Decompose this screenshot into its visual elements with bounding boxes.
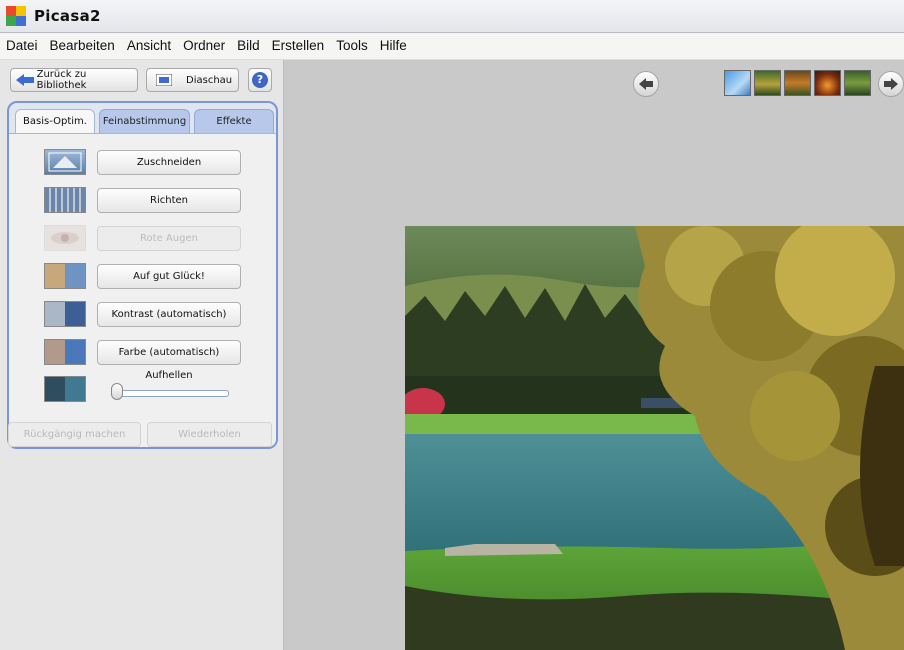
menu-bearbeiten[interactable]: Bearbeiten xyxy=(44,35,121,57)
menu-bar: Datei Bearbeiten Ansicht Ordner Bild Ers… xyxy=(0,33,904,60)
tool-row-fill-light: Aufhellen xyxy=(9,370,276,410)
straighten-button[interactable]: Richten xyxy=(97,188,241,213)
tool-row-redeye: Rote Augen xyxy=(9,224,276,254)
undo-button[interactable]: Rückgängig machen xyxy=(8,422,141,447)
tab-feinabstimmung[interactable]: Feinabstimmung xyxy=(99,109,190,133)
redo-button[interactable]: Wiederholen xyxy=(147,422,272,447)
filmstrip-thumb[interactable] xyxy=(844,70,871,96)
window-title: Picasa2 xyxy=(34,7,101,25)
menu-hilfe[interactable]: Hilfe xyxy=(374,35,413,57)
main-photo xyxy=(405,226,904,650)
menu-ansicht[interactable]: Ansicht xyxy=(121,35,177,57)
tab-content-basis: Zuschneiden Richten Rote Augen Auf gut G… xyxy=(9,133,276,447)
crop-button[interactable]: Zuschneiden xyxy=(97,150,241,175)
edit-tabs-panel: Basis-Optim. Feinabstimmung Effekte Zusc… xyxy=(7,101,278,449)
tool-row-crop: Zuschneiden xyxy=(9,148,276,178)
eye-icon xyxy=(44,225,86,251)
tab-basis-optim[interactable]: Basis-Optim. xyxy=(15,109,95,133)
color-preview-icon xyxy=(44,339,86,365)
help-icon: ? xyxy=(252,72,268,88)
arrow-right-icon xyxy=(884,78,898,90)
crop-preview-icon xyxy=(44,149,86,175)
fill-light-slider-handle[interactable] xyxy=(111,383,123,400)
filmstrip-thumb[interactable] xyxy=(724,70,751,96)
menu-erstellen[interactable]: Erstellen xyxy=(266,35,331,57)
landscape-photo xyxy=(405,226,904,650)
straighten-preview-icon xyxy=(44,187,86,213)
filmstrip-thumb[interactable] xyxy=(784,70,811,96)
back-to-library-button[interactable]: Zurück zu Bibliothek xyxy=(10,68,138,92)
filmstrip-thumb[interactable] xyxy=(754,70,781,96)
help-button[interactable]: ? xyxy=(248,68,272,92)
filmstrip xyxy=(436,70,871,96)
back-label: Zurück zu Bibliothek xyxy=(36,69,87,91)
menu-tools[interactable]: Tools xyxy=(330,35,374,57)
fill-light-label: Aufhellen xyxy=(145,370,193,381)
tool-row-lucky: Auf gut Glück! xyxy=(9,262,276,292)
lucky-preview-icon xyxy=(44,263,86,289)
slideshow-button[interactable]: Diaschau xyxy=(146,68,239,92)
picasa-logo-icon xyxy=(6,6,26,26)
redeye-button[interactable]: Rote Augen xyxy=(97,226,241,251)
menu-bild[interactable]: Bild xyxy=(231,35,266,57)
menu-ordner[interactable]: Ordner xyxy=(177,35,231,57)
tool-row-straighten: Richten xyxy=(9,186,276,216)
contrast-preview-icon xyxy=(44,301,86,327)
slideshow-label: Diaschau xyxy=(186,74,233,86)
tool-row-color: Farbe (automatisch) xyxy=(9,338,276,368)
auto-contrast-button[interactable]: Kontrast (automatisch) xyxy=(97,302,241,327)
tool-row-contrast: Kontrast (automatisch) xyxy=(9,300,276,330)
next-photo-button[interactable] xyxy=(878,71,904,97)
filmstrip-thumb[interactable] xyxy=(814,70,841,96)
menu-datei[interactable]: Datei xyxy=(0,35,44,57)
tab-effekte[interactable]: Effekte xyxy=(194,109,274,133)
fill-light-slider-track[interactable] xyxy=(112,390,229,397)
slideshow-icon xyxy=(156,74,172,86)
fill-light-preview-icon xyxy=(44,376,86,402)
arrow-left-icon xyxy=(16,74,34,86)
lucky-button[interactable]: Auf gut Glück! xyxy=(97,264,241,289)
title-bar: Picasa2 xyxy=(0,0,904,33)
auto-color-button[interactable]: Farbe (automatisch) xyxy=(97,340,241,365)
